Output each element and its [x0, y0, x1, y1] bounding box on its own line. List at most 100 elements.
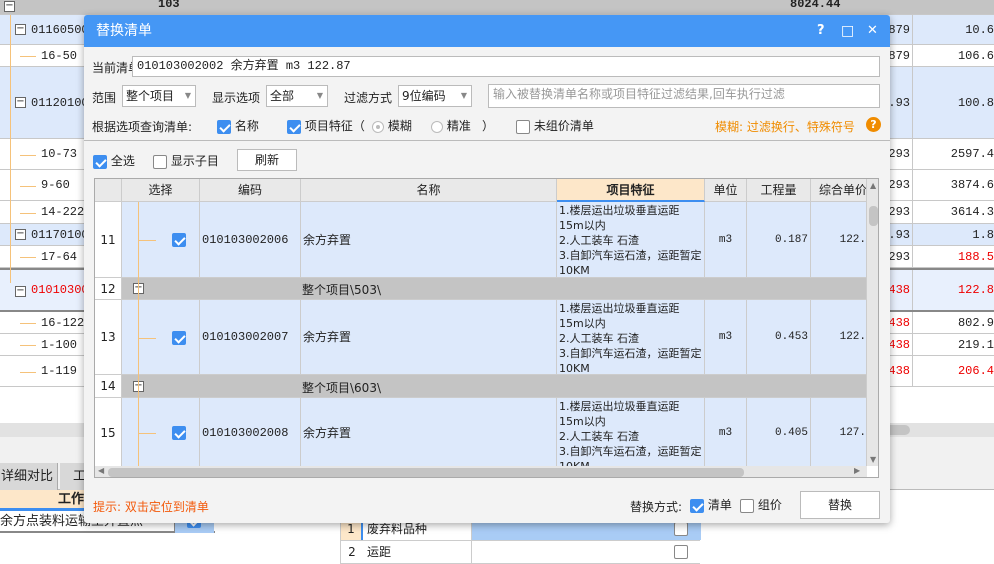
row-number: 13 [95, 300, 122, 375]
bg-row-label: 1-100 [41, 337, 78, 352]
exact-radio[interactable]: 精准 [431, 117, 471, 134]
help-button[interactable]: ? [817, 15, 825, 47]
tree-line [20, 154, 36, 156]
bg-tab-detail[interactable]: 详细对比 [0, 463, 58, 490]
column-header[interactable]: 工程量 [747, 179, 811, 202]
bg-row-value2: 100.8 [957, 95, 994, 110]
query-label: 根据选项查询清单: [92, 120, 193, 134]
select-cell[interactable] [122, 398, 200, 468]
collapse-icon[interactable]: − [4, 1, 15, 12]
filter-input[interactable]: 输入被替换清单名称或项目特征过滤结果,回车执行过滤 [488, 84, 880, 108]
name-cell: 余方弃置 [301, 300, 557, 375]
column-header[interactable]: 选择 [122, 179, 200, 202]
replace-button[interactable]: 替换 [800, 491, 880, 519]
column-header[interactable]: 名称 [301, 179, 557, 202]
select-cell[interactable] [122, 300, 200, 375]
row-checkbox[interactable] [172, 233, 186, 247]
scroll-down-icon[interactable]: ▼ [870, 455, 876, 464]
group-row[interactable]: − 整个项目\603\ [122, 375, 867, 398]
bg-row-value2: 206.4 [957, 364, 994, 378]
maximize-button[interactable]: □ [841, 15, 854, 47]
display-select[interactable]: 全部 ▼ [266, 85, 328, 107]
close-button[interactable]: ✕ [867, 15, 878, 47]
vscroll-thumb[interactable] [869, 206, 878, 226]
scroll-right-icon[interactable]: ▶ [854, 466, 860, 475]
select-cell[interactable] [122, 202, 200, 278]
hint-text: 提示: 双击定位到清单 [93, 500, 209, 514]
collapse-icon[interactable]: − [15, 24, 26, 35]
bg-row-label: 14-222 [41, 205, 85, 219]
unpriced-checkbox[interactable]: 未组价清单 [516, 117, 594, 134]
name-cell: 余方弃置 [301, 398, 557, 468]
column-header[interactable]: 综合单价 [811, 179, 867, 202]
bg-row-value2: 3874.6 [950, 178, 994, 192]
collapse-icon[interactable]: − [15, 286, 26, 297]
row-number: 2 [348, 545, 356, 559]
checkbox[interactable] [674, 545, 688, 559]
group-row[interactable]: − 整个项目\503\ [122, 278, 867, 300]
row-checkbox[interactable] [172, 426, 186, 440]
tab-label: 详细对比 [0, 469, 53, 484]
column-header[interactable]: 单位 [705, 179, 747, 202]
cell [471, 541, 701, 563]
mode-price-checkbox[interactable]: 组价 [740, 496, 782, 513]
select-all-checkbox[interactable]: 全选 [93, 152, 135, 169]
bg-row-label: 1-119 [41, 364, 78, 378]
scope-select[interactable]: 整个项目 ▼ [122, 85, 196, 107]
bg-row-value2: 106.6 [957, 48, 994, 63]
filter-label: 过滤方式 [344, 91, 393, 105]
row-number: 15 [95, 398, 122, 468]
scroll-up-icon[interactable]: ▲ [870, 181, 878, 190]
chevron-down-icon: ▼ [316, 91, 323, 100]
opt-feature-checkbox[interactable]: 项目特征（ [287, 117, 365, 134]
code-cell: 010103002006 [200, 202, 301, 278]
unit-cell: m3 [705, 202, 747, 278]
opt-name-checkbox[interactable]: 名称 [217, 117, 259, 134]
tree-trunk [10, 15, 11, 283]
display-value: 全部 [270, 89, 295, 103]
bg-row-label: 16-50 [41, 48, 78, 63]
hscroll[interactable]: ◀ ▶ [95, 466, 867, 477]
refresh-button[interactable]: 刷新 [237, 149, 297, 171]
dialog-title-bar[interactable]: 替换清单 [84, 15, 890, 47]
fuzzy-hint: 模糊: 过滤换行、特殊符号 [715, 120, 855, 134]
bg-row-label: 17-64 [41, 249, 78, 264]
feature-cell: 1.楼层运出垃圾垂直运距15m以内 2.人工装车 石渣 3.自卸汽车运石渣，运距… [557, 398, 705, 468]
vscroll[interactable]: ▲ ▼ [867, 179, 878, 466]
collapse-icon[interactable]: − [15, 229, 26, 240]
bg-row-value2: 802.9 [957, 315, 994, 330]
scroll-left-icon[interactable]: ◀ [98, 466, 104, 475]
show-children-label: 显示子目 [170, 154, 219, 168]
divider [84, 140, 890, 141]
column-header[interactable]: 项目特征 [557, 179, 705, 202]
hscroll-thumb[interactable] [108, 468, 744, 477]
scope-label: 范围 [92, 91, 117, 105]
help-icon[interactable]: ? [866, 117, 881, 132]
qty-cell: 0.405 [747, 398, 811, 468]
tree-trunk [138, 202, 139, 466]
filter-select[interactable]: 9位编码 ▼ [398, 85, 472, 107]
exact-label: 精准 [446, 119, 471, 133]
unit-cell: m3 [705, 398, 747, 468]
tree-line [20, 371, 36, 373]
price-cell: 122. [811, 300, 867, 375]
bg-top-value: 8024.44 [790, 0, 841, 11]
row-checkbox[interactable] [172, 330, 186, 345]
replace-mode-label: 替换方式: [630, 500, 683, 514]
feature-cell: 1.楼层运出垃圾垂直运距15m以内 2.人工装车 石渣 3.自卸汽车运石渣，运距… [557, 202, 705, 278]
code-cell: 010103002008 [200, 398, 301, 468]
mode-list-checkbox[interactable]: 清单 [690, 496, 732, 513]
checkbox[interactable] [674, 522, 688, 536]
column-header[interactable]: 编码 [200, 179, 301, 202]
current-list-field[interactable]: 010103002002 余方弃置 m3 122.87 [132, 56, 880, 77]
tree-line [20, 185, 36, 187]
collapse-icon[interactable]: − [15, 97, 26, 108]
bg-mid-row[interactable]: 2 运距 [340, 541, 700, 564]
show-children-checkbox[interactable]: 显示子目 [153, 152, 219, 169]
mode-price-label: 组价 [757, 498, 782, 512]
opt-feature-label: 项目特征（ [304, 119, 365, 133]
bg-row-label: 10-73 [41, 147, 78, 161]
bg-row-value2: 10.6 [965, 22, 994, 37]
fuzzy-radio[interactable]: 模糊 [372, 117, 412, 134]
header-label: 工作 [57, 492, 84, 507]
